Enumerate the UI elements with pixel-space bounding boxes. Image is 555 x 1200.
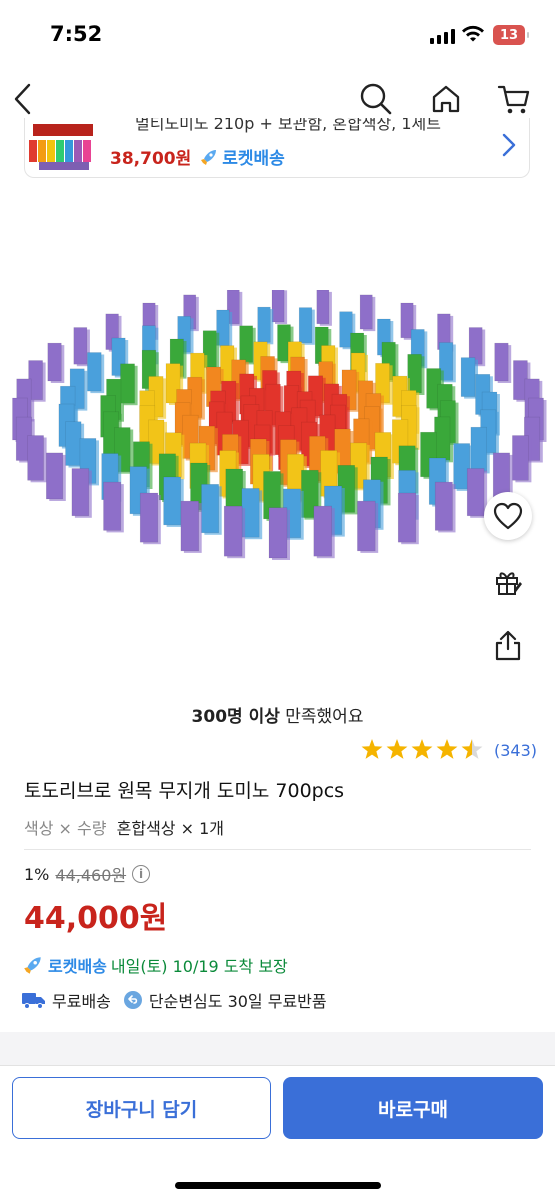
domino-piece — [45, 452, 66, 501]
rating-row[interactable]: (343) — [360, 738, 537, 762]
chevron-left-icon[interactable] — [4, 80, 42, 118]
chevron-right-icon[interactable] — [501, 132, 517, 158]
rocket-delivery-badge: 로켓배송 — [199, 144, 285, 169]
satisfaction-text: 300명 이상 만족했어요 — [0, 702, 555, 727]
domino-piece — [271, 290, 288, 324]
product-title: 토도리브로 원목 무지개 도미노 700pcs — [24, 780, 345, 802]
domino-piece — [357, 500, 379, 553]
related-product-thumbnail — [29, 124, 93, 170]
signal-icon — [430, 28, 455, 44]
rocket-icon — [201, 149, 217, 165]
discount-row: 1% 44,460원 i — [24, 862, 151, 886]
satisfaction-count: 300명 이상 — [191, 707, 280, 727]
domino-piece — [407, 354, 425, 395]
battery-icon: 13 — [493, 25, 529, 45]
free-return-label: 단순변심도 30일 무료반품 — [148, 992, 327, 1011]
domino-piece — [268, 507, 290, 560]
domino-piece — [494, 342, 512, 383]
cart-icon[interactable] — [495, 80, 533, 118]
domino-piece — [103, 481, 124, 533]
star-icon — [461, 739, 483, 759]
status-bar: 7:52 13 — [0, 0, 555, 72]
info-icon[interactable]: i — [132, 865, 151, 883]
domino-piece — [313, 505, 335, 559]
domino-piece — [223, 505, 246, 559]
star-rating — [361, 739, 483, 759]
product-image[interactable] — [0, 290, 555, 620]
search-icon[interactable] — [357, 80, 395, 118]
related-product-title: 멀티도미노 210p + 보관함, 혼합색상, 1세트 — [135, 118, 441, 133]
wifi-icon — [462, 25, 484, 42]
return-icon — [123, 991, 142, 1009]
rocket-icon — [24, 957, 41, 974]
domino-piece — [434, 481, 456, 533]
domino-piece — [47, 342, 65, 383]
domino-piece — [298, 307, 315, 345]
status-time: 7:52 — [50, 22, 103, 46]
discount-rate: 1% — [24, 864, 50, 884]
delivery-row: 로켓배송 내일(토) 10/19 도착 보장 — [22, 953, 288, 977]
star-icon — [361, 739, 383, 759]
domino-piece — [239, 325, 256, 365]
related-product-price-row: 38,700원 로켓배송 — [110, 144, 285, 169]
sale-price: 44,000원 — [24, 901, 168, 936]
rocket-delivery-label: 로켓배송 — [48, 957, 107, 976]
gift-icon — [496, 572, 522, 595]
star-icon — [436, 739, 458, 759]
gift-button[interactable] — [488, 562, 528, 602]
domino-piece — [316, 290, 332, 326]
option-row[interactable]: 색상 × 수량 혼합색상 × 1개 — [24, 815, 224, 839]
domino-piece — [470, 426, 490, 474]
rocket-delivery-label: 로켓배송 — [222, 149, 285, 169]
wishlist-button[interactable] — [484, 492, 532, 540]
buy-now-button[interactable]: 바로구매 — [283, 1077, 543, 1139]
domino-piece — [512, 435, 532, 483]
domino-piece — [257, 306, 274, 345]
domino-piece — [139, 492, 161, 545]
domino-piece — [71, 468, 92, 518]
section-separator — [0, 1032, 555, 1066]
domino-piece — [397, 492, 419, 545]
star-icon — [411, 739, 433, 759]
related-product-price: 38,700원 — [110, 149, 192, 169]
truck-icon — [22, 993, 45, 1009]
domino-piece — [201, 484, 222, 535]
heart-icon — [493, 502, 523, 530]
original-price: 44,460원 — [55, 866, 127, 885]
option-values: 혼합색상 × 1개 — [116, 819, 224, 838]
satisfaction-label: 만족했어요 — [279, 707, 364, 727]
review-count[interactable]: (343) — [494, 741, 537, 760]
divider — [24, 849, 531, 850]
domino-piece — [359, 294, 376, 332]
domino-piece — [27, 435, 47, 483]
benefit-row: 무료배송 단순변심도 30일 무료반품 — [22, 988, 327, 1012]
free-shipping-label: 무료배송 — [52, 992, 111, 1011]
domino-piece — [180, 500, 202, 553]
home-indicator — [175, 1182, 381, 1189]
add-to-cart-button[interactable]: 장바구니 담기 — [12, 1077, 271, 1139]
bottom-action-bar: 장바구니 담기 바로구매 — [0, 1066, 555, 1200]
related-product-strip[interactable]: 멀티도미노 210p + 보관함, 혼합색상, 1세트 38,700원 로켓배송 — [24, 118, 530, 178]
star-icon — [386, 739, 408, 759]
delivery-eta: 내일(토) 10/19 도착 보장 — [110, 957, 288, 976]
domino-piece — [87, 352, 105, 394]
share-icon — [495, 630, 521, 661]
option-keys: 색상 × 수량 — [24, 819, 107, 838]
home-icon[interactable] — [427, 80, 465, 118]
share-button[interactable] — [488, 625, 528, 665]
